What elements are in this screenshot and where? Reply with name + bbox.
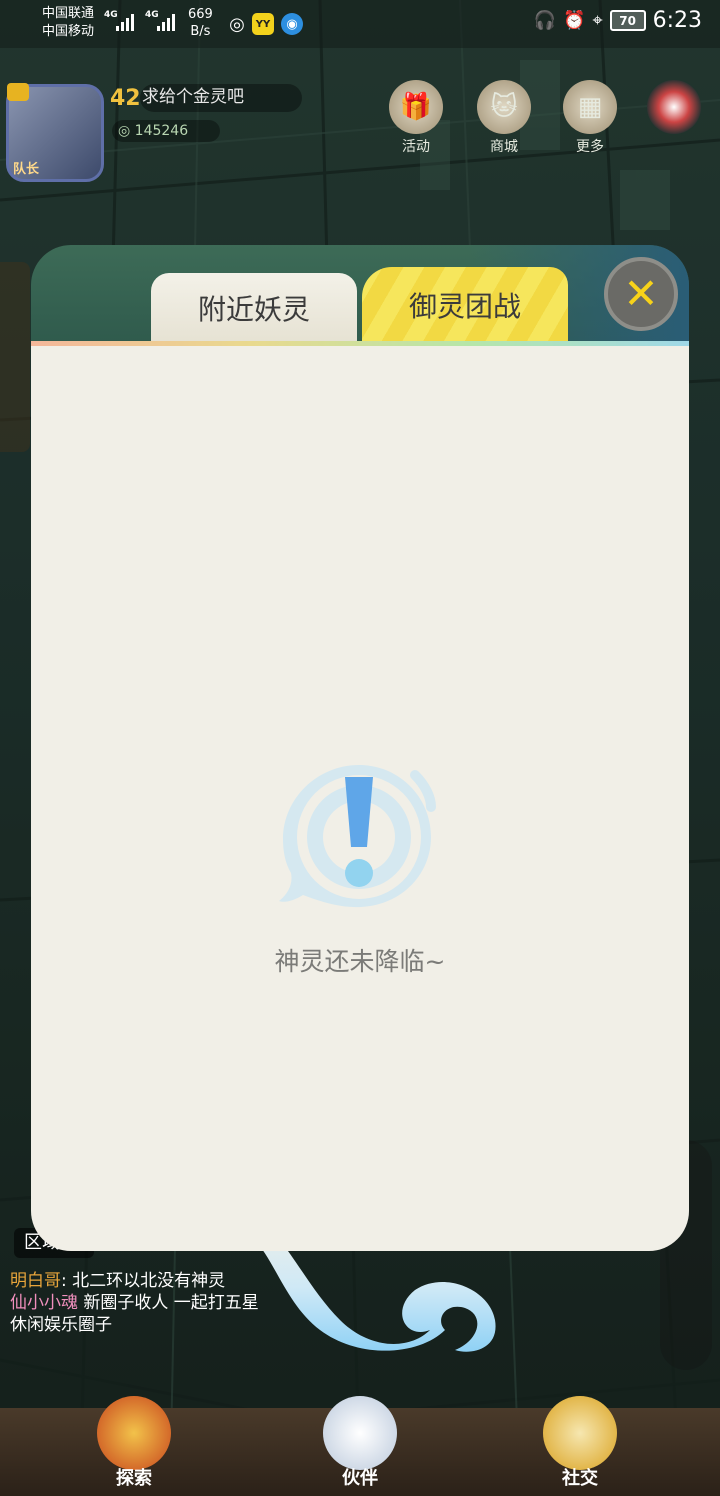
chat-text: 新圈子收人 一起打五星 (83, 1293, 259, 1313)
tab-spirit-battle[interactable]: 御灵团战 (362, 267, 568, 343)
yy-app-icon: YY (252, 13, 274, 35)
net-speed-value: 669 (188, 7, 213, 22)
bottom-nav: 探索 伙伴 社交 (0, 1386, 720, 1496)
headset-icon: 🎧 (533, 10, 557, 31)
nav-social[interactable]: 社交 (520, 1396, 640, 1490)
chat-feed[interactable]: 明白哥: 北二环以北没有神灵 仙小小魂 新圈子收人 一起打五星 休闲娱乐圈子 (10, 1270, 259, 1336)
nav-explore[interactable]: 探索 (74, 1396, 194, 1490)
chat-name: 明白哥 (10, 1271, 61, 1291)
left-side-panel (0, 262, 30, 452)
modal-header (31, 245, 689, 347)
rabbit-spirit-icon (323, 1396, 397, 1470)
tab-battle-label: 御灵团战 (408, 290, 521, 323)
empty-state-message: 神灵还未降临~ (274, 947, 446, 976)
player-message: 求给个金灵吧 (140, 84, 302, 112)
net-speed: 669 B/s (188, 6, 213, 40)
grid-icon: ▦ (563, 80, 617, 134)
shop-icon: 🐱 (477, 80, 531, 134)
net-speed-unit: B/s (190, 24, 211, 39)
gift-icon: 🎁 (389, 80, 443, 134)
chat-text: 休闲娱乐圈子 (10, 1315, 112, 1335)
spirit-list-modal: 附近妖灵 御灵团战 ✕ 神灵还未降临~ (31, 245, 689, 1251)
more-label: 更多 (576, 139, 604, 155)
status-right: 🎧 ⏰ ⌖ 70 6:23 (534, 8, 702, 33)
map-pin-icon (97, 1396, 171, 1470)
signal-bars-2-icon (157, 14, 175, 31)
carrier-2: 中国移动 (42, 24, 95, 39)
nav-partner[interactable]: 伙伴 (300, 1396, 420, 1490)
exclamation-icon (279, 765, 436, 908)
tab-nearby-label: 附近妖灵 (197, 293, 310, 326)
more-button[interactable]: ▦ 更多 (560, 80, 620, 156)
signal-bars-1-icon (116, 14, 134, 31)
crown-icon (7, 83, 29, 101)
nav-explore-label: 探索 (116, 1468, 152, 1489)
chat-line: 仙小小魂 新圈子收人 一起打五星 (10, 1292, 259, 1314)
tab-nearby-spirits[interactable]: 附近妖灵 (151, 273, 357, 343)
chat-text: 北二环以北没有神灵 (72, 1271, 226, 1291)
chat-name: 仙小小魂 (10, 1293, 78, 1313)
chat-line: 明白哥: 北二环以北没有神灵 (10, 1271, 226, 1291)
player-avatar[interactable]: 队长 (6, 83, 104, 182)
carrier-labels: 中国联通 中国移动 (42, 5, 94, 41)
modal-body: 神灵还未降临~ (31, 346, 689, 1251)
clock: 6:23 (652, 8, 702, 33)
shop-button[interactable]: 🐱 商城 (474, 80, 534, 156)
social-spirit-icon (543, 1396, 617, 1470)
activity-label: 活动 (402, 139, 430, 155)
compass-button[interactable] (644, 80, 704, 136)
avatar-caption: 队长 (13, 162, 40, 177)
browser-icon: ◉ (281, 13, 303, 35)
alarm-icon: ⏰ (563, 10, 586, 31)
coin-count: ◎ 145246 (112, 120, 220, 142)
nav-partner-label: 伙伴 (342, 1468, 378, 1489)
location-icon: ⌖ (592, 10, 603, 31)
status-bar: 中国联通 中国移动 4G 4G 669 B/s ◎ YY ◉ 🎧 ⏰ ⌖ 70 … (0, 0, 720, 48)
carrier-1: 中国联通 (42, 6, 95, 21)
swirl-icon: ◎ (229, 13, 245, 35)
coin-value: 145246 (134, 123, 189, 139)
close-button[interactable]: ✕ (604, 257, 678, 331)
shop-label: 商城 (490, 139, 518, 155)
close-icon: ✕ (623, 269, 659, 318)
player-level: 42 (110, 86, 141, 111)
compass-icon (647, 80, 701, 134)
activity-button[interactable]: 🎁 活动 (386, 80, 446, 156)
chat-line: 休闲娱乐圈子 (10, 1314, 259, 1336)
nav-social-label: 社交 (562, 1468, 598, 1489)
battery-icon: 70 (609, 10, 646, 31)
